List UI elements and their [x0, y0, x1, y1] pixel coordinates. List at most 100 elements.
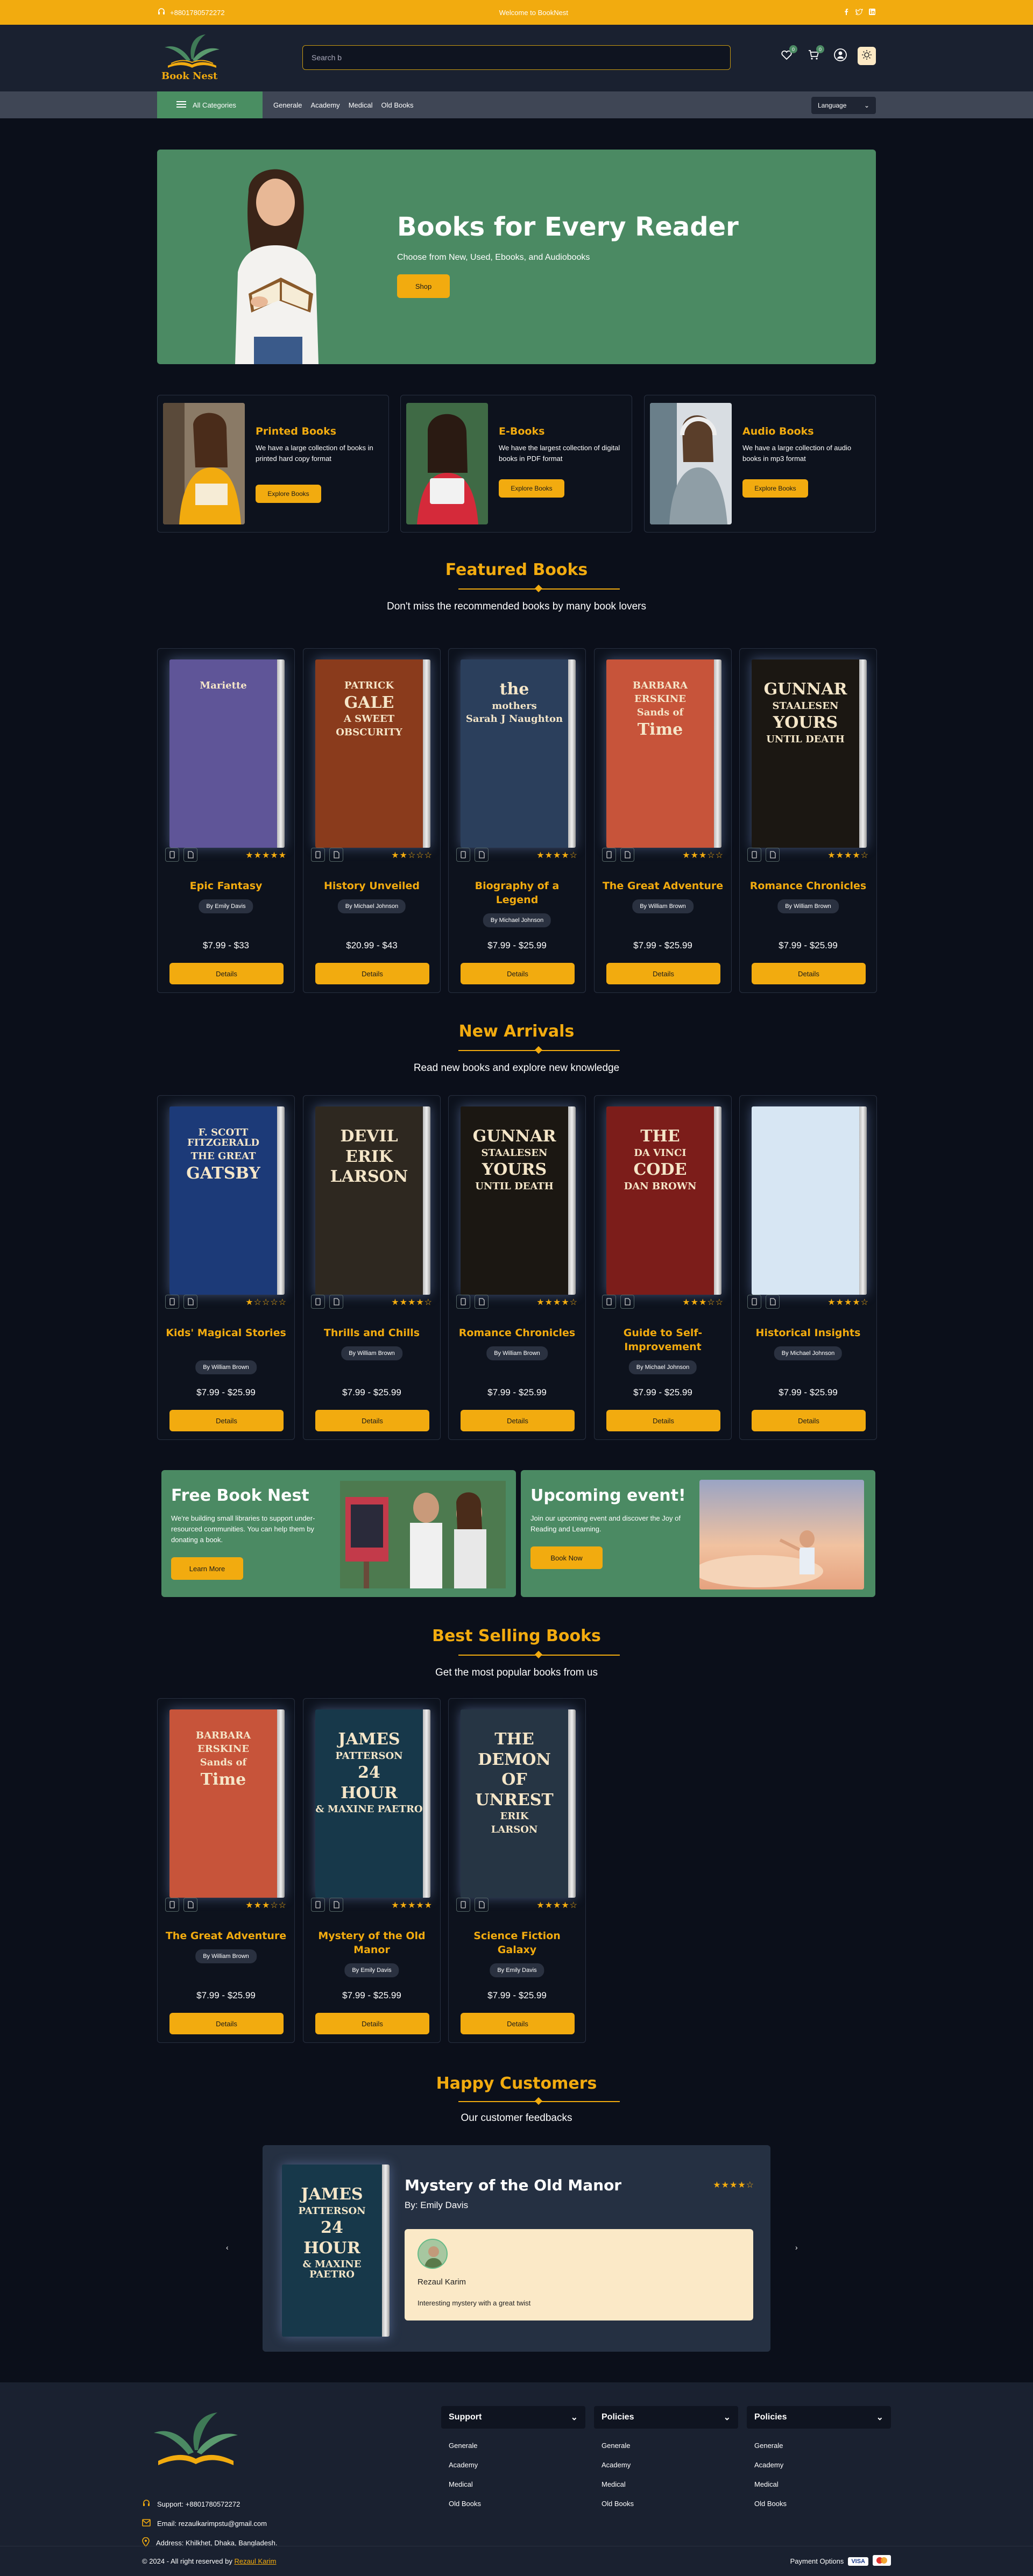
book-title[interactable]: Science Fiction Galaxy: [454, 1929, 580, 1957]
book-cover[interactable]: [752, 1106, 867, 1295]
footer-link[interactable]: Old Books: [754, 2494, 891, 2514]
footer-link[interactable]: Generale: [754, 2436, 891, 2456]
footer-link[interactable]: Medical: [602, 2475, 738, 2494]
book-card[interactable]: the mothers Sarah J Naughton ★★★★☆ Biography…: [448, 648, 586, 993]
book-card[interactable]: ★★★★☆ Historical Insights By Michael Johns…: [739, 1095, 877, 1440]
prev-arrow-icon[interactable]: ‹: [226, 2243, 229, 2252]
details-button[interactable]: Details: [606, 1410, 720, 1431]
book-title[interactable]: Guide to Self-Improvement: [600, 1326, 726, 1354]
book-title[interactable]: Romance Chronicles: [745, 879, 871, 893]
language-select[interactable]: Language ⌄: [811, 97, 876, 114]
book-card[interactable]: BARBARA ERSKINE Sands of Time ★★★☆☆ The Great…: [157, 1698, 295, 2043]
ebook-format-icon: [747, 1295, 761, 1309]
book-card[interactable]: BARBARA ERSKINE Sands of Time ★★★☆☆ The Great…: [594, 648, 732, 993]
twitter-icon[interactable]: [855, 8, 864, 17]
nav-link-generale[interactable]: Generale: [273, 101, 302, 109]
details-button[interactable]: Details: [461, 963, 575, 984]
book-cover[interactable]: GUNNAR STAALESEN YOURS UNTIL DEATH: [752, 659, 867, 848]
book-title[interactable]: Romance Chronicles: [454, 1326, 580, 1340]
arrivals-subtitle: Read new books and explore new knowledge: [413, 1062, 620, 1074]
nav-link-academy[interactable]: Academy: [310, 101, 339, 109]
footer-link[interactable]: Medical: [754, 2475, 891, 2494]
book-cover[interactable]: DEVIL ERIK LARSON: [315, 1106, 430, 1295]
book-card[interactable]: Mariette ★★★★★ Epic Fantasy By Emily Davis $…: [157, 648, 295, 993]
footer-link[interactable]: Medical: [449, 2475, 585, 2494]
footer-link[interactable]: Old Books: [449, 2494, 585, 2514]
book-nest-logo[interactable]: Book Nest: [157, 32, 227, 84]
phone-contact[interactable]: +8801780572272: [157, 8, 225, 18]
footer-link[interactable]: Old Books: [602, 2494, 738, 2514]
next-arrow-icon[interactable]: ›: [795, 2243, 798, 2252]
nav-link-old-books[interactable]: Old Books: [381, 101, 413, 109]
book-cover[interactable]: THE DA VINCI CODE DAN BROWN: [606, 1106, 721, 1295]
book-cover[interactable]: JAMES PATTERSON 24 HOUR & MAXINE PAETRO: [315, 1709, 430, 1898]
footer-column-header[interactable]: Support ⌄: [441, 2406, 585, 2429]
promo-title: Upcoming event!: [530, 1486, 686, 1505]
book-title[interactable]: Biography of a Legend: [454, 879, 580, 907]
book-card[interactable]: DEVIL ERIK LARSON ★★★★☆ Thrills and Chills By…: [303, 1095, 441, 1440]
wishlist-button[interactable]: 0: [777, 45, 797, 66]
cart-button[interactable]: 0: [804, 45, 824, 66]
footer-column-header[interactable]: Policies ⌄: [594, 2406, 738, 2429]
book-title[interactable]: Kids' Magical Stories: [163, 1326, 289, 1340]
explore-books-button[interactable]: Explore Books: [256, 485, 321, 503]
shop-button[interactable]: Shop: [397, 274, 450, 298]
upcoming-event-banner: Upcoming event! Join our upcoming event …: [521, 1470, 875, 1597]
book-card[interactable]: PATRICK GALE A SWEET OBSCURITY ★★☆☆☆ History …: [303, 648, 441, 993]
details-button[interactable]: Details: [169, 1410, 284, 1431]
details-button[interactable]: Details: [461, 1410, 575, 1431]
book-card[interactable]: F. SCOTT FITZGERALD THE GREAT GATSBY ★☆☆☆☆ K…: [157, 1095, 295, 1440]
book-cover[interactable]: THE DEMON OF UNREST ERIK LARSON: [461, 1709, 576, 1898]
footer-column-header[interactable]: Policies ⌄: [747, 2406, 891, 2429]
book-card[interactable]: GUNNAR STAALESEN YOURS UNTIL DEATH ★★★★☆ Roma…: [448, 1095, 586, 1440]
book-title[interactable]: Historical Insights: [745, 1326, 871, 1340]
theme-toggle[interactable]: [858, 47, 876, 65]
book-now-button[interactable]: Book Now: [530, 1546, 603, 1569]
book-cover[interactable]: the mothers Sarah J Naughton: [461, 659, 576, 848]
footer-link[interactable]: Generale: [449, 2436, 585, 2456]
all-categories-button[interactable]: All Categories: [157, 91, 263, 118]
footer-link[interactable]: Academy: [754, 2456, 891, 2475]
details-button[interactable]: Details: [752, 963, 866, 984]
facebook-icon[interactable]: [843, 8, 850, 17]
nav-link-medical[interactable]: Medical: [349, 101, 373, 109]
book-cover[interactable]: GUNNAR STAALESEN YOURS UNTIL DEATH: [461, 1106, 576, 1295]
explore-books-button[interactable]: Explore Books: [499, 479, 564, 498]
book-title[interactable]: Epic Fantasy: [163, 879, 289, 893]
support-text: Support: +8801780572272: [157, 2500, 240, 2508]
book-card[interactable]: THE DEMON OF UNREST ERIK LARSON ★★★★☆ Science F…: [448, 1698, 586, 2043]
book-title[interactable]: The Great Adventure: [163, 1929, 289, 1943]
account-button[interactable]: [831, 46, 850, 66]
book-title[interactable]: The Great Adventure: [600, 879, 726, 893]
search-input[interactable]: Search b: [302, 45, 731, 70]
book-title[interactable]: Mystery of the Old Manor: [309, 1929, 435, 1957]
details-button[interactable]: Details: [315, 2013, 429, 2034]
footer-link[interactable]: Academy: [449, 2456, 585, 2475]
footer-link[interactable]: Academy: [602, 2456, 738, 2475]
footer-logo[interactable]: [142, 2409, 250, 2474]
book-card[interactable]: THE DA VINCI CODE DAN BROWN ★★★☆☆ Guide to Se…: [594, 1095, 732, 1440]
footer-link[interactable]: Generale: [602, 2436, 738, 2456]
book-card[interactable]: GUNNAR STAALESEN YOURS UNTIL DEATH ★★★★☆ Roma…: [739, 648, 877, 993]
book-card[interactable]: JAMES PATTERSON 24 HOUR & MAXINE PAETRO ★★★★★…: [303, 1698, 441, 2043]
book-title[interactable]: History Unveiled: [309, 879, 435, 893]
details-button[interactable]: Details: [169, 963, 284, 984]
details-button[interactable]: Details: [315, 1410, 429, 1431]
details-button[interactable]: Details: [169, 2013, 284, 2034]
book-cover[interactable]: PATRICK GALE A SWEET OBSCURITY: [315, 659, 430, 848]
book-title[interactable]: Thrills and Chills: [309, 1326, 435, 1340]
details-button[interactable]: Details: [606, 963, 720, 984]
book-cover[interactable]: BARBARA ERSKINE Sands of Time: [606, 659, 721, 848]
book-cover[interactable]: F. SCOTT FITZGERALD THE GREAT GATSBY: [169, 1106, 285, 1295]
details-button[interactable]: Details: [315, 963, 429, 984]
book-cover[interactable]: BARBARA ERSKINE Sands of Time: [169, 1709, 285, 1898]
footer-email[interactable]: Email: rezaulkarimpstu@gmail.com: [142, 2514, 277, 2533]
details-button[interactable]: Details: [752, 1410, 866, 1431]
explore-books-button[interactable]: Explore Books: [742, 479, 808, 498]
details-button[interactable]: Details: [461, 2013, 575, 2034]
linkedin-icon[interactable]: [868, 8, 876, 17]
copyright-link[interactable]: Rezaul Karim: [234, 2557, 276, 2565]
learn-more-button[interactable]: Learn More: [171, 1557, 243, 1580]
book-cover[interactable]: Mariette: [169, 659, 285, 848]
footer-support[interactable]: Support: +8801780572272: [142, 2494, 277, 2514]
